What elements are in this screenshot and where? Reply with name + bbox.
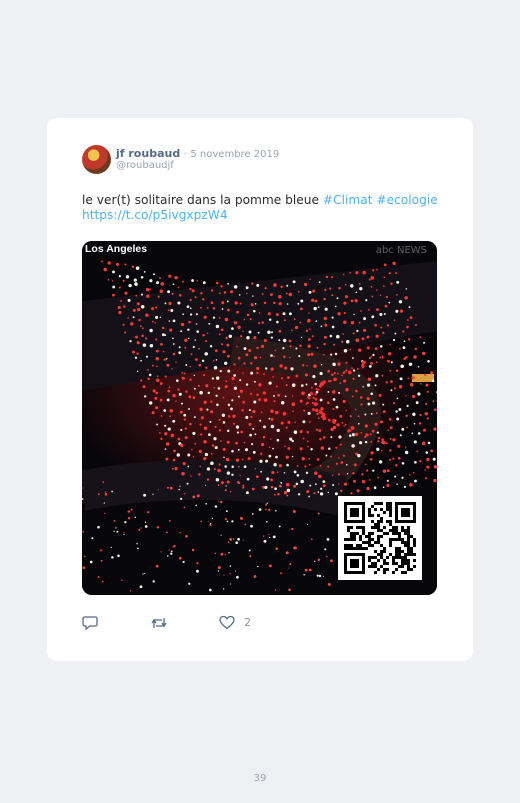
- tweet-link[interactable]: https://t.co/p5ivgxpzW4: [82, 208, 228, 222]
- author-line: jf roubaud · 5 novembre 2019: [116, 147, 279, 161]
- separator: ·: [183, 149, 187, 160]
- reply-button[interactable]: [82, 615, 108, 631]
- tweet-date[interactable]: 5 novembre 2019: [190, 149, 279, 160]
- tweet-card: jf roubaud · 5 novembre 2019 @roubaudjf …: [47, 118, 473, 661]
- tweet-actions: 2: [82, 615, 442, 635]
- tweet-media[interactable]: Los Angeles abc NEWS: [82, 241, 437, 595]
- author-handle[interactable]: @roubaudjf: [116, 160, 174, 171]
- like-count: 2: [244, 616, 251, 629]
- tweet-text: le ver(t) solitaire dans la pomme bleue …: [82, 193, 442, 223]
- news-watermark: abc NEWS: [375, 245, 427, 256]
- hashtag-climat[interactable]: #Climat: [323, 193, 373, 207]
- like-button[interactable]: 2: [219, 615, 251, 630]
- retweet-icon: [150, 615, 168, 631]
- avatar[interactable]: [82, 145, 111, 174]
- author-name[interactable]: jf roubaud: [116, 147, 180, 160]
- page-number: 39: [253, 773, 267, 784]
- tweet-header: jf roubaud · 5 novembre 2019 @roubaudjf: [82, 145, 442, 175]
- heart-icon: [219, 615, 235, 630]
- reply-icon: [82, 615, 99, 631]
- hashtag-ecologie[interactable]: #ecologie: [376, 193, 437, 207]
- location-label: Los Angeles: [85, 243, 148, 255]
- qr-code: [338, 496, 422, 580]
- retweet-button[interactable]: [150, 615, 177, 631]
- tweet-body: le ver(t) solitaire dans la pomme bleue: [82, 193, 320, 207]
